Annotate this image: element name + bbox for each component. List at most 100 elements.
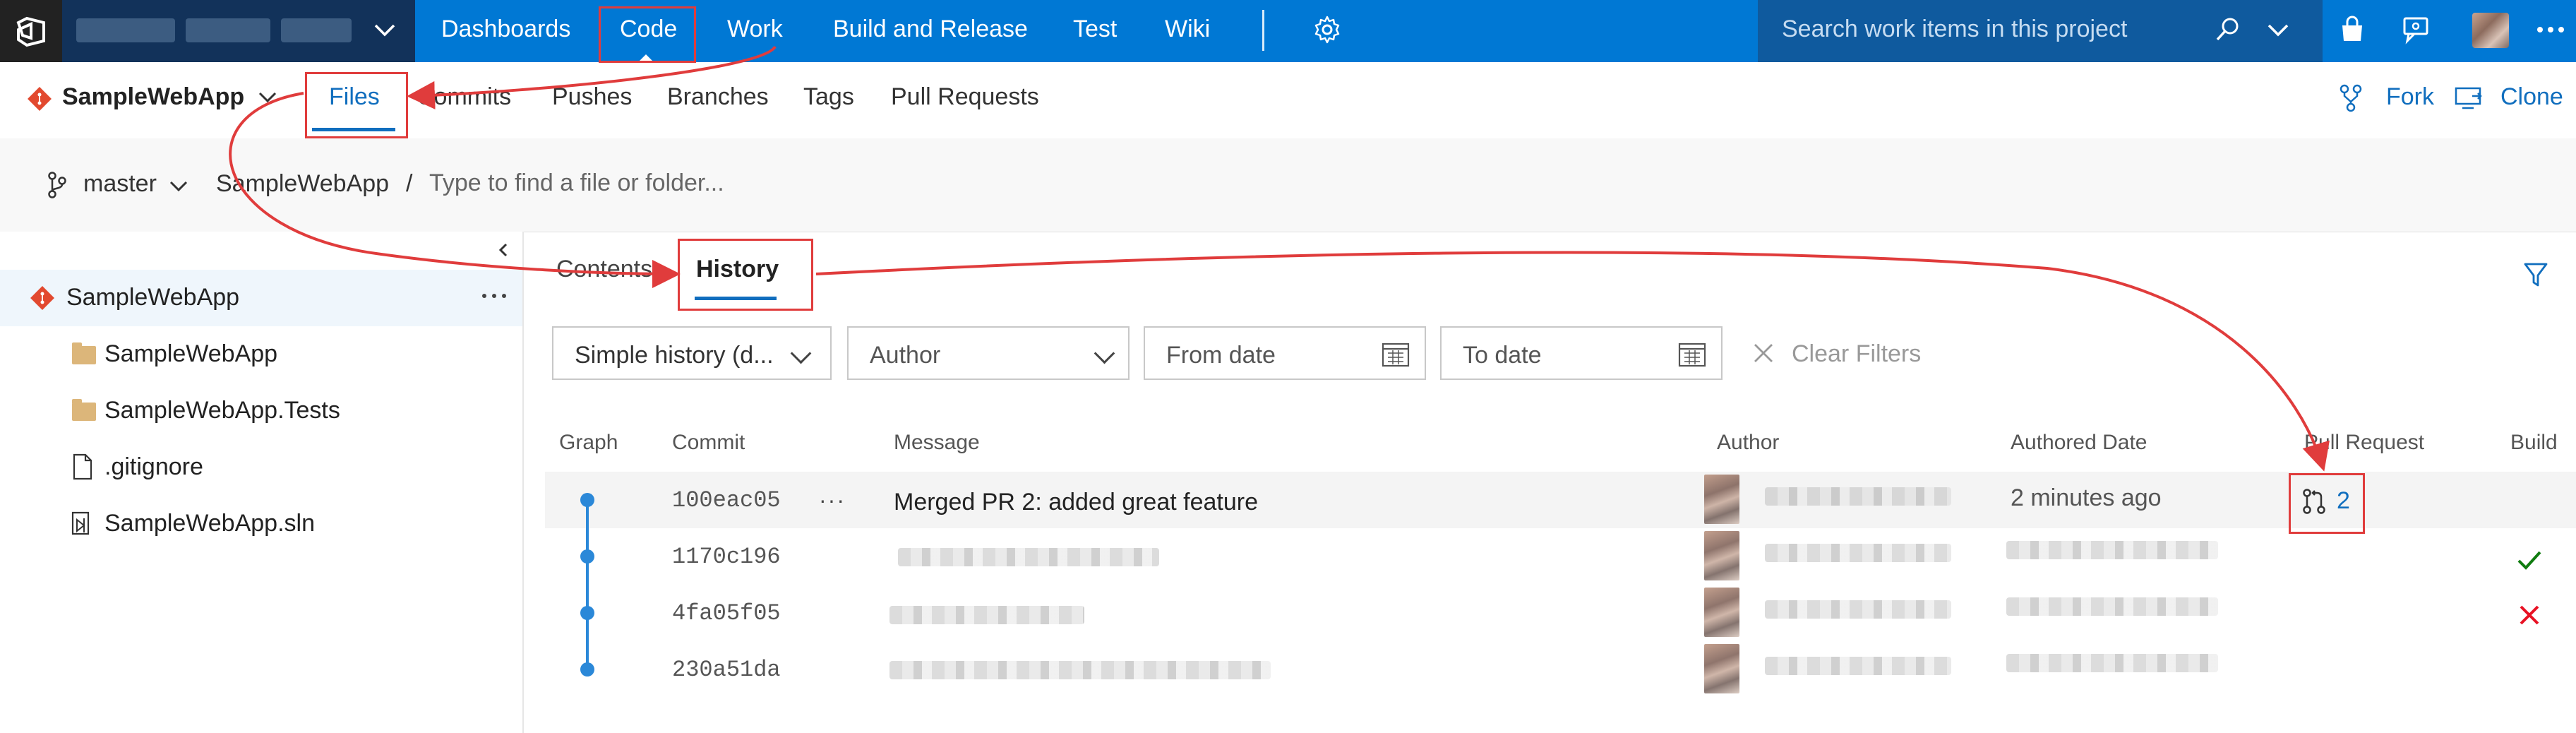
branch-icon [48,172,66,198]
collapse-pane-icon[interactable] [496,242,511,258]
chevron-down-icon [1094,342,1115,364]
clone-button[interactable]: Clone [2500,83,2563,111]
column-header-graph: Graph [559,431,618,454]
close-icon[interactable] [1751,340,1776,366]
tab-pushes[interactable]: Pushes [552,83,632,111]
column-header-pull-request[interactable]: Pull Request [2304,431,2424,455]
graph-line [586,501,589,671]
annotation-box-code [599,6,696,63]
column-header-commit[interactable]: Commit [672,431,745,455]
commit-message-redacted [889,606,1084,624]
tree-item-file[interactable]: .gitignore [104,453,203,481]
build-failed-icon[interactable] [2517,603,2541,627]
breadcrumb-separator: / [406,170,413,197]
search-icon[interactable] [2214,16,2242,44]
calendar-icon[interactable] [1677,340,1707,369]
history-mode-dropdown[interactable]: Simple history (d... [552,326,832,380]
folder-icon [72,399,96,421]
column-header-authored-date[interactable]: Authored Date [2011,431,2147,455]
author-dropdown[interactable]: Author [847,326,1130,380]
to-date-placeholder: To date [1463,342,1542,369]
column-header-build[interactable]: Build [2510,431,2558,455]
nav-build-and-release[interactable]: Build and Release [833,0,1028,62]
commit-id-link[interactable]: 4fa05f05 [672,600,781,626]
commit-message-redacted [889,661,1271,679]
feedback-icon[interactable] [2400,14,2431,45]
tab-commits[interactable]: Commits [417,83,511,111]
authored-date: 2 minutes ago [2011,484,2162,511]
search-placeholder[interactable]: Search work items in this project [1782,0,2127,62]
chevron-down-icon[interactable] [2266,20,2290,40]
folder-icon [72,342,96,364]
filter-icon[interactable] [2523,261,2548,290]
annotation-box-pull-request [2289,473,2365,534]
column-header-author[interactable]: Author [1717,431,1779,455]
tree-item-folder[interactable]: SampleWebApp.Tests [104,397,340,424]
shopping-bag-icon[interactable] [2338,16,2366,44]
file-icon [73,453,92,480]
clear-filters-button[interactable]: Clear Filters [1792,340,1921,368]
commit-node [580,662,594,677]
table-row[interactable] [545,641,2576,698]
fork-icon[interactable] [2338,83,2364,113]
commit-id-link[interactable]: 1170c196 [672,544,781,570]
chevron-down-icon[interactable] [257,88,278,106]
tab-pull-requests[interactable]: Pull Requests [891,83,1039,111]
table-row[interactable] [545,472,2576,528]
more-icon[interactable] [480,291,508,301]
from-date-field[interactable]: From date [1144,326,1426,380]
gear-icon[interactable] [1312,14,1343,45]
chevron-down-icon[interactable] [373,20,397,40]
vsts-logo[interactable] [0,0,62,62]
table-row[interactable] [545,528,2576,585]
author-placeholder: Author [870,342,941,369]
authored-date-redacted [2006,541,2218,559]
from-date-placeholder: From date [1166,342,1276,369]
build-succeeded-icon[interactable] [2516,548,2543,572]
annotation-box-history [678,239,813,311]
branch-selector[interactable]: master [83,170,157,198]
fork-button[interactable]: Fork [2386,83,2434,111]
tab-branches[interactable]: Branches [667,83,769,111]
author-name-redacted [1765,544,1951,562]
git-repo-icon [30,286,54,310]
tree-item-folder[interactable]: SampleWebApp [104,340,277,368]
authored-date-redacted [2006,597,2218,616]
author-name-redacted [1765,600,1951,619]
avatar [1704,475,1739,524]
commit-message-redacted [898,548,1159,566]
nav-wiki[interactable]: Wiki [1165,0,1210,62]
tree-root-label[interactable]: SampleWebApp [66,284,239,311]
table-row[interactable] [545,585,2576,641]
chevron-down-icon[interactable] [168,177,189,195]
tab-tags[interactable]: Tags [803,83,854,111]
commit-id-link[interactable]: 230a51da [672,657,781,683]
avatar [1704,531,1739,580]
project-selector[interactable] [62,0,415,62]
path-search-input[interactable] [429,165,1065,201]
clone-icon[interactable] [2454,85,2484,112]
more-icon[interactable] [2534,24,2567,35]
commit-node [580,606,594,620]
avatar [1704,588,1739,637]
solution-file-icon [71,511,90,535]
commit-message[interactable]: Merged PR 2: added great feature [894,489,1258,516]
nav-separator [1262,10,1264,51]
column-header-message[interactable]: Message [894,431,980,455]
author-name-redacted [1765,487,1951,506]
authored-date-redacted [2006,654,2218,672]
row-more-button[interactable]: ··· [819,487,846,513]
repo-name[interactable]: SampleWebApp [62,83,244,111]
tab-contents[interactable]: Contents [556,256,652,283]
commit-node [580,493,594,507]
calendar-icon[interactable] [1381,340,1410,369]
nav-dashboards[interactable]: Dashboards [441,0,570,62]
chevron-down-icon [790,342,812,364]
breadcrumb-root[interactable]: SampleWebApp [216,170,389,198]
nav-test[interactable]: Test [1073,0,1117,62]
avatar[interactable] [2472,13,2509,48]
to-date-field[interactable]: To date [1440,326,1723,380]
commit-id-link[interactable]: 100eac05 [672,487,781,513]
nav-work[interactable]: Work [727,0,783,62]
tree-item-file[interactable]: SampleWebApp.sln [104,510,315,537]
